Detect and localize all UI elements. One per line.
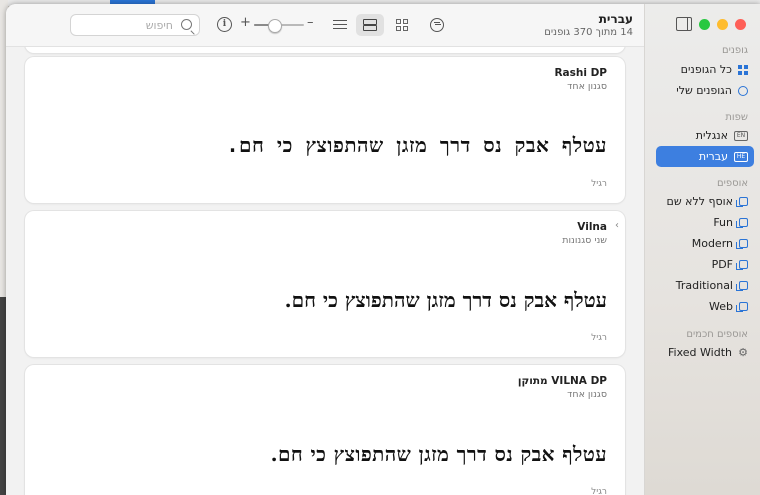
section-collections: אוספים [716, 178, 748, 189]
font-name: VILNA DP מתוקן [517, 375, 607, 387]
font-style-label: רגיל [591, 179, 607, 189]
font-style-count: שני סגנונות [562, 235, 607, 246]
sidebar-item-label: Fixed Width [668, 346, 732, 359]
sidebar: גופנים כל הגופנים הגופנים שלי שפות אנגלי… [644, 4, 760, 495]
sidebar-item-label: עברית [698, 150, 728, 163]
sidebar-item-label: הגופנים שלי [676, 84, 732, 97]
close-button[interactable] [735, 19, 746, 30]
section-fonts: גופנים [722, 45, 748, 56]
collection-icon [736, 239, 748, 249]
grid-view-icon [396, 19, 408, 31]
sidebar-item-label: Fun [713, 216, 733, 229]
collection-icon [736, 197, 748, 207]
font-book-window: עברית 14 מתוך 370 גופנים – + i חיפוש Ras… [6, 4, 760, 495]
window-title: עברית [598, 12, 633, 26]
sidebar-item-english[interactable]: אנגלית EN [656, 125, 754, 146]
sidebar-item-pdf[interactable]: PDF [656, 254, 754, 275]
collection-icon [736, 281, 748, 291]
section-languages: שפות [725, 112, 748, 123]
size-increase-button[interactable]: + [240, 15, 251, 30]
size-decrease-button[interactable]: – [307, 15, 314, 30]
chevron-left-icon[interactable]: ‹ [615, 220, 619, 231]
size-slider[interactable] [254, 19, 304, 33]
list-view-button[interactable] [326, 14, 354, 36]
font-style-label: רגיל [591, 333, 607, 343]
row-view-icon [363, 19, 377, 31]
sidebar-item-label: Traditional [675, 279, 733, 292]
sidebar-toggle-icon[interactable] [676, 17, 692, 31]
size-slider-knob[interactable] [268, 19, 282, 33]
list-view-icon [333, 19, 347, 31]
font-card-vilna[interactable]: ‹ Vilna שני סגנונות עטלף אבק נס דרך מזגן… [25, 211, 625, 357]
font-card-partial[interactable] [25, 47, 625, 53]
sidebar-item-modern[interactable]: Modern [656, 233, 754, 254]
font-list[interactable]: Rashi DP סגנון אחד עטלף אבק נס דרך מזגן … [6, 47, 645, 495]
sidebar-item-web[interactable]: Web [656, 296, 754, 317]
font-name: Vilna [577, 221, 607, 233]
search-field[interactable]: חיפוש [70, 14, 200, 36]
collection-icon [736, 302, 748, 312]
sidebar-item-label: אנגלית [695, 129, 728, 142]
font-sample: עטלף אבק נס דרך מזגן שהתפוצץ כי חם. [284, 288, 607, 312]
filter-icon [430, 18, 444, 32]
collection-icon [736, 260, 748, 270]
sidebar-item-all-fonts[interactable]: כל הגופנים [656, 59, 754, 80]
filter-button[interactable] [423, 14, 451, 36]
sidebar-item-label: Web [709, 300, 733, 313]
toolbar: עברית 14 מתוך 370 גופנים – + i חיפוש [6, 4, 645, 47]
en-badge-icon: EN [734, 130, 748, 141]
font-card-rashi[interactable]: Rashi DP סגנון אחד עטלף אבק נס דרך מזגן … [25, 57, 625, 203]
row-view-button[interactable] [356, 14, 384, 36]
sidebar-item-label: PDF [711, 258, 733, 271]
sidebar-item-traditional[interactable]: Traditional [656, 275, 754, 296]
font-style-count: סגנון אחד [567, 389, 607, 400]
font-sample: עטלף אבק נס דרך מזגן שהתפוצץ כי חם. [270, 442, 607, 466]
he-badge-icon: HE [734, 151, 748, 162]
info-button[interactable]: i [217, 17, 232, 32]
person-icon [738, 85, 748, 96]
section-smart-collections: אוספים חכמים [686, 329, 748, 340]
sidebar-item-label: כל הגופנים [680, 63, 732, 76]
font-style-count: סגנון אחד [567, 81, 607, 92]
font-card-vilna-dp[interactable]: VILNA DP מתוקן סגנון אחד עטלף אבק נס דרך… [25, 365, 625, 495]
sidebar-item-label: Modern [691, 237, 733, 250]
sidebar-item-my-fonts[interactable]: הגופנים שלי [656, 80, 754, 101]
font-style-label: רגיל [591, 487, 607, 495]
sidebar-item-fixed-width[interactable]: Fixed Width ⚙ [656, 342, 754, 363]
gear-icon: ⚙ [738, 345, 748, 359]
title-block: עברית 14 מתוך 370 גופנים [544, 12, 633, 38]
search-icon [181, 19, 192, 30]
font-name: Rashi DP [554, 67, 607, 79]
sidebar-item-untitled-collection[interactable]: אוסף ללא שם [656, 191, 754, 212]
minimize-button[interactable] [717, 19, 728, 30]
window-subtitle: 14 מתוך 370 גופנים [544, 27, 633, 38]
font-sample: עטלף אבק נס דרך מזגן שהתפוצץ כי חם. [226, 133, 607, 157]
grid-view-button[interactable] [388, 14, 416, 36]
search-placeholder: חיפוש [145, 19, 173, 32]
grid-icon [738, 64, 748, 75]
sidebar-item-fun[interactable]: Fun [656, 212, 754, 233]
sidebar-item-label: אוסף ללא שם [666, 195, 733, 208]
zoom-button[interactable] [699, 19, 710, 30]
sidebar-item-hebrew[interactable]: עברית HE [656, 146, 754, 167]
window-controls [699, 19, 746, 30]
collection-icon [736, 218, 748, 228]
